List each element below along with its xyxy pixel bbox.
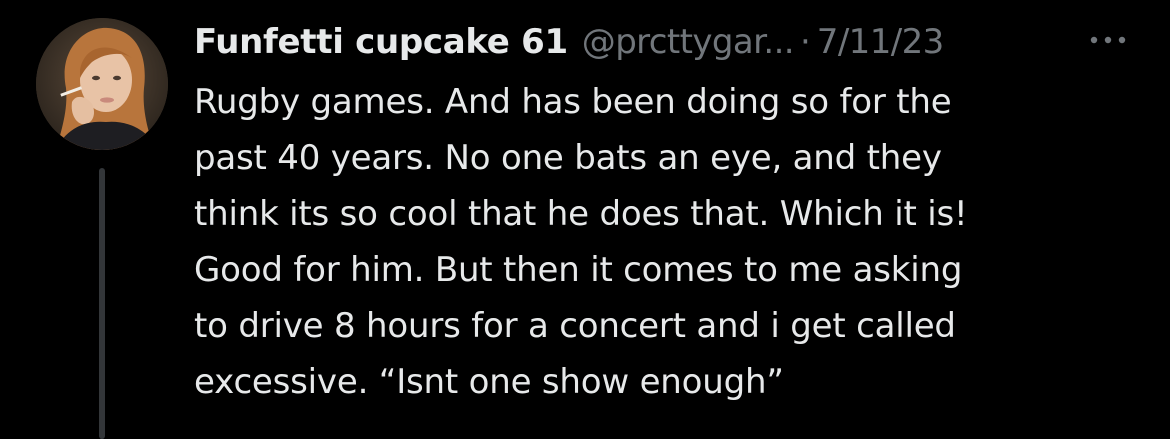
more-options-button[interactable] [1082,22,1134,58]
user-handle[interactable]: @prcttygar... [582,22,795,62]
timestamp[interactable]: 7/11/23 [817,22,944,62]
tweet-text-line: excessive. “Isnt one show enough” [194,362,784,402]
tweet-header: Funfetti cupcake 61 @prcttygar... · 7/11… [194,14,944,70]
tweet-text-line: past 40 years. No one bats an eye, and t… [194,138,942,178]
display-name[interactable]: Funfetti cupcake 61 [194,22,568,62]
tweet-text-line: Good for him. But then it comes to me as… [194,250,963,290]
more-horizontal-icon [1090,36,1126,44]
tweet[interactable]: Funfetti cupcake 61 @prcttygar... · 7/11… [0,0,1170,439]
tweet-text-line: to drive 8 hours for a concert and i get… [194,306,956,346]
avatar-image [36,18,168,150]
tweet-text: Rugby games. And has been doing so for t… [194,74,1154,410]
avatar[interactable] [36,18,168,150]
separator-dot: · [799,22,811,62]
tweet-text-line: think its so cool that he does that. Whi… [194,194,968,234]
thread-connector-line [99,168,105,439]
tweet-text-line: Rugby games. And has been doing so for t… [194,82,952,122]
